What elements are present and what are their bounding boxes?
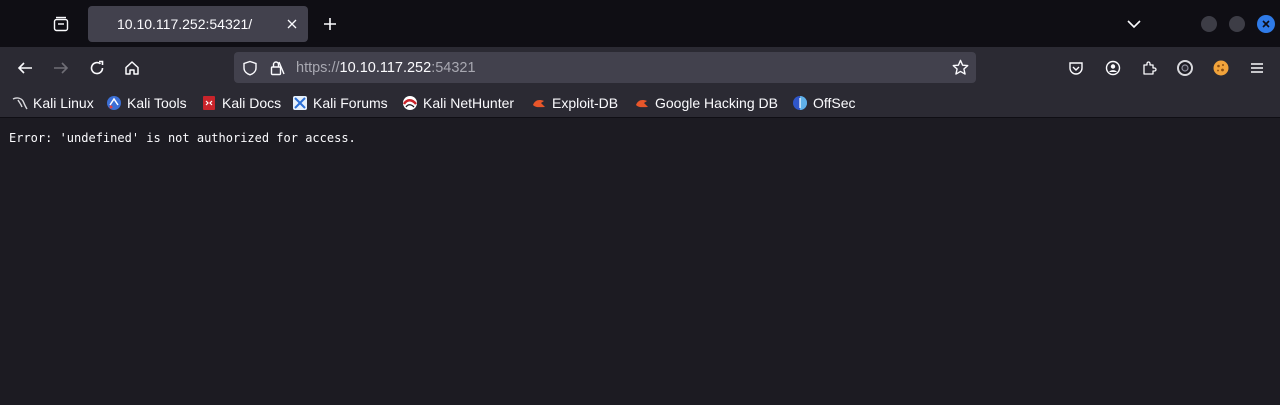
tracking-protection-shield-icon[interactable] <box>241 59 259 77</box>
plus-icon <box>324 18 336 30</box>
firefox-view-button[interactable] <box>44 8 78 40</box>
kali-dragon-icon <box>12 95 28 111</box>
kali-docs-icon <box>201 95 217 111</box>
tab-strip: 10.10.117.252:54321/ <box>0 0 1280 47</box>
bookmark-kali-linux[interactable]: Kali Linux <box>12 93 94 113</box>
extension-button-1[interactable] <box>1170 53 1200 83</box>
hamburger-menu-icon <box>1251 63 1263 73</box>
bookmark-kali-tools[interactable]: Kali Tools <box>106 93 187 113</box>
forward-button[interactable] <box>46 53 76 83</box>
insecure-lock-icon[interactable] <box>268 59 286 77</box>
kali-nethunter-icon <box>402 95 418 111</box>
bookmark-exploit-db[interactable]: Exploit-DB <box>531 93 618 113</box>
window-minimize-button[interactable] <box>1201 16 1217 32</box>
reload-button[interactable] <box>82 53 112 83</box>
url-text[interactable]: https://10.10.117.252:54321 <box>296 59 476 77</box>
pocket-icon <box>1069 62 1083 75</box>
back-button[interactable] <box>10 53 40 83</box>
account-button[interactable] <box>1098 53 1128 83</box>
bookmark-label: Kali Linux <box>33 95 94 111</box>
bookmark-offsec[interactable]: OffSec <box>792 93 856 113</box>
window-maximize-button[interactable] <box>1229 16 1245 32</box>
chevron-down-icon <box>1127 20 1141 29</box>
tab-active[interactable]: 10.10.117.252:54321/ <box>88 6 308 42</box>
list-all-tabs-button[interactable] <box>1120 10 1148 38</box>
home-button[interactable] <box>117 53 147 83</box>
puzzle-piece-icon <box>1143 61 1157 75</box>
bookmark-label: Kali Docs <box>222 95 282 111</box>
extension-button-2[interactable] <box>1206 53 1236 83</box>
bookmark-star-button[interactable] <box>950 57 970 77</box>
bookmark-google-hacking-db[interactable]: Google Hacking DB <box>634 93 778 113</box>
bookmark-label: OffSec <box>813 95 856 111</box>
reload-icon <box>90 60 104 75</box>
page-content: Error: 'undefined' is not authorized for… <box>0 119 1280 405</box>
url-scheme: https:// <box>296 60 340 76</box>
app-menu-button[interactable] <box>1242 53 1272 83</box>
bookmark-label: Kali Forums <box>313 95 388 111</box>
offsec-icon <box>792 95 808 111</box>
navigation-toolbar: https://10.10.117.252:54321 <box>0 47 1280 88</box>
bookmark-label: Kali Tools <box>127 95 187 111</box>
kali-tools-icon <box>106 95 122 111</box>
bookmark-kali-forums[interactable]: Kali Forums <box>292 93 388 113</box>
bookmark-label: Kali NetHunter <box>423 95 515 111</box>
exploit-db-icon <box>531 95 547 111</box>
new-tab-button[interactable] <box>316 10 344 38</box>
url-host: 10.10.117.252 <box>339 60 432 76</box>
account-icon <box>1105 60 1121 76</box>
error-message: Error: 'undefined' is not authorized for… <box>9 131 356 145</box>
bookmark-kali-docs[interactable]: Kali Docs <box>201 93 281 113</box>
tab-close-button[interactable] <box>284 16 300 32</box>
firefox-view-icon <box>53 16 69 32</box>
url-port: :54321 <box>431 60 476 76</box>
extensions-button[interactable] <box>1134 53 1164 83</box>
star-icon <box>952 59 968 75</box>
tab-title: 10.10.117.252:54321/ <box>117 16 253 32</box>
close-icon <box>287 19 297 29</box>
cookie-extension-icon <box>1213 60 1229 76</box>
window-close-button[interactable] <box>1257 15 1275 33</box>
arrow-right-icon <box>54 62 69 74</box>
arrow-left-icon <box>17 62 32 74</box>
home-icon <box>125 61 139 75</box>
kali-forums-icon <box>292 95 308 111</box>
google-hacking-db-icon <box>634 95 650 111</box>
bookmark-label: Exploit-DB <box>552 95 619 111</box>
bookmark-kali-nethunter[interactable]: Kali NetHunter <box>402 93 514 113</box>
pocket-button[interactable] <box>1061 53 1091 83</box>
bookmark-label: Google Hacking DB <box>655 95 778 111</box>
extension-ring-icon <box>1177 60 1193 76</box>
close-icon <box>1262 20 1270 28</box>
url-bar[interactable]: https://10.10.117.252:54321 <box>234 52 976 83</box>
bookmarks-toolbar: Kali Linux Kali Tools Kali Docs Kali For… <box>0 88 1280 118</box>
